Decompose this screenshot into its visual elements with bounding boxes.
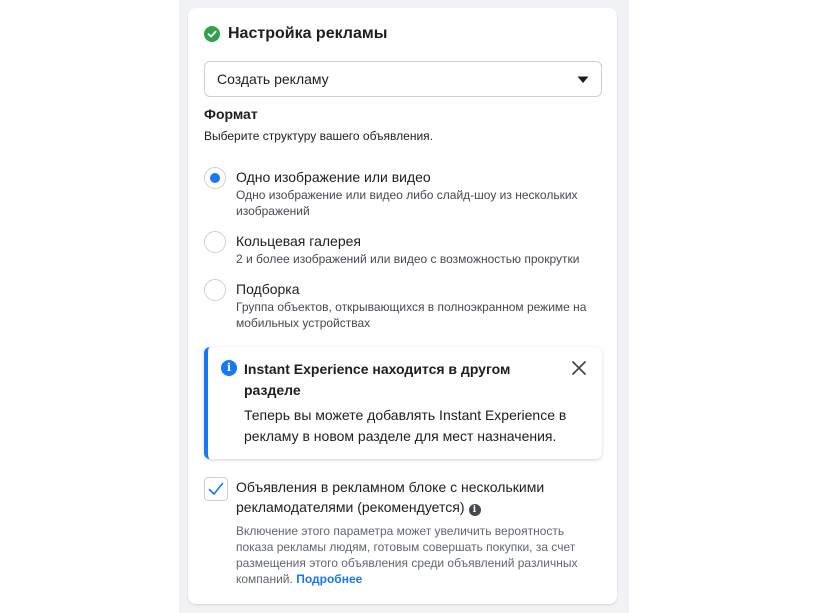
format-option-description: Одно изображение или видео либо слайд-шо… [236, 188, 578, 218]
format-option-description: Группа объектов, открывающихся в полноэк… [236, 300, 587, 330]
close-icon[interactable] [572, 361, 586, 375]
format-option-carousel[interactable]: Кольцевая галерея 2 и более изображений … [204, 231, 604, 267]
format-option-label: Подборка [236, 281, 300, 297]
format-option-label: Кольцевая галерея [236, 233, 361, 249]
radio-button[interactable] [204, 167, 226, 189]
card-header: Настройка рекламы [204, 24, 387, 44]
info-icon[interactable]: i [468, 504, 481, 516]
card-title: Настройка рекламы [228, 25, 388, 42]
ad-creation-select-value: Создать рекламу [217, 71, 329, 87]
format-option-single-image[interactable]: Одно изображение или видео Одно изображе… [204, 167, 604, 219]
checkmark-icon [208, 482, 224, 495]
caret-down-icon [577, 71, 589, 87]
learn-more-link[interactable]: Подробнее [296, 572, 362, 586]
info-icon: i [221, 360, 237, 376]
check-circle-icon [204, 26, 220, 42]
ad-creation-select[interactable]: Создать рекламу [204, 61, 602, 97]
notice-body: Теперь вы можете добавлять Instant Exper… [244, 407, 567, 444]
multi-advertiser-checkbox[interactable] [204, 477, 228, 501]
format-title: Формат [204, 106, 258, 122]
multi-advertiser-label: Объявления в рекламном блоке с нескольки… [236, 479, 545, 515]
format-subtitle: Выберите структуру вашего объявления. [204, 129, 433, 143]
format-option-description: 2 и более изображений или видео с возмож… [236, 252, 580, 266]
radio-button[interactable] [204, 279, 226, 301]
format-option-label: Одно изображение или видео [236, 169, 431, 185]
ad-setup-card: Настройка рекламы Создать рекламу Формат… [188, 8, 617, 604]
radio-button[interactable] [204, 231, 226, 253]
multi-advertiser-option: Объявления в рекламном блоке с нескольки… [204, 477, 604, 587]
instant-experience-notice: i Instant Experience находится в другом … [204, 347, 602, 459]
format-option-collection[interactable]: Подборка Группа объектов, открывающихся … [204, 279, 604, 331]
notice-title: Instant Experience находится в другом ра… [244, 361, 511, 398]
multi-advertiser-description: Включение этого параметра может увеличит… [236, 524, 578, 586]
